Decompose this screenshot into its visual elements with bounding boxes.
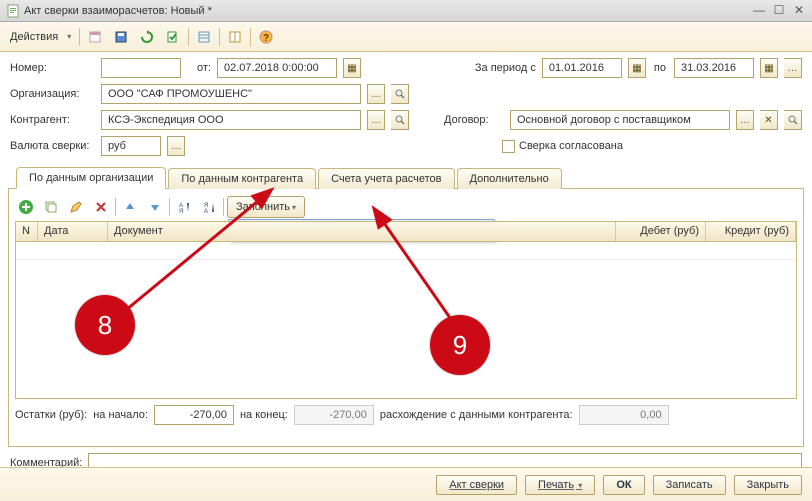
- print-button[interactable]: Печать ▾: [525, 475, 595, 495]
- number-field[interactable]: [101, 58, 181, 78]
- po-label: по: [654, 62, 666, 74]
- post-icon[interactable]: [162, 26, 184, 48]
- select-button[interactable]: …: [167, 136, 185, 156]
- table-row[interactable]: [16, 242, 796, 260]
- menubar: Действия ▾ ?: [0, 22, 812, 52]
- ot-label: от:: [197, 62, 211, 74]
- kontragent-field[interactable]: [101, 110, 361, 130]
- structure-icon[interactable]: [193, 26, 215, 48]
- delete-row-icon[interactable]: [90, 196, 112, 218]
- fill-button[interactable]: Заполнить ▾ Заполнить по данным бухгалте…: [227, 196, 305, 218]
- dogovor-label: Договор:: [444, 114, 504, 126]
- org-field[interactable]: [101, 84, 361, 104]
- col-debit[interactable]: Дебет (руб): [616, 222, 706, 241]
- diff-label: расхождение с данными контрагента:: [380, 409, 573, 421]
- calendar-icon[interactable]: ▦: [760, 58, 778, 78]
- tab-accounts[interactable]: Счета учета расчетов: [318, 168, 454, 189]
- diff-value: 0,00: [579, 405, 669, 425]
- table-toolbar: АЯ ЯА Заполнить ▾ Заполнить по данным бу…: [15, 195, 797, 219]
- form-header: Номер: от: ▦ За период с ▦ по ▦ … Органи…: [0, 52, 812, 166]
- kontragent-label: Контрагент:: [10, 114, 95, 126]
- annotation-marker-8: 8: [75, 295, 135, 355]
- footer: Акт сверки Печать ▾ ОК Записать Закрыть: [0, 467, 812, 501]
- edit-row-icon[interactable]: [65, 196, 87, 218]
- help-icon[interactable]: ?: [255, 26, 277, 48]
- akt-sverki-button[interactable]: Акт сверки: [436, 475, 517, 495]
- tabstrip: По данным организации По данным контраге…: [8, 166, 804, 189]
- start-value[interactable]: -270,00: [154, 405, 234, 425]
- save-icon[interactable]: [110, 26, 132, 48]
- chevron-down-icon: ▾: [67, 32, 71, 41]
- checkbox-icon: [502, 140, 515, 153]
- move-up-icon[interactable]: [119, 196, 141, 218]
- col-n[interactable]: N: [16, 222, 38, 241]
- col-doc[interactable]: Документ: [108, 222, 616, 241]
- svg-text:?: ?: [263, 33, 269, 44]
- add-row-icon[interactable]: [15, 196, 37, 218]
- valuta-label: Валюта сверки:: [10, 140, 95, 152]
- number-label: Номер:: [10, 62, 95, 74]
- maximize-button[interactable]: ☐: [770, 4, 788, 18]
- tab-counterparty-data[interactable]: По данным контрагента: [168, 168, 316, 189]
- col-credit[interactable]: Кредит (руб): [706, 222, 796, 241]
- refresh-icon[interactable]: [136, 26, 158, 48]
- close-footer-button[interactable]: Закрыть: [734, 475, 802, 495]
- calendar-icon[interactable]: ▦: [628, 58, 646, 78]
- chevron-down-icon: ▾: [292, 203, 296, 212]
- agreed-checkbox[interactable]: Сверка согласована: [502, 140, 802, 153]
- actions-label: Действия: [6, 29, 62, 45]
- svg-text:А: А: [204, 209, 208, 214]
- end-value: -270,00: [294, 405, 374, 425]
- actions-menu[interactable]: Действия ▾: [6, 26, 75, 48]
- org-label: Организация:: [10, 88, 95, 100]
- open-icon[interactable]: [784, 110, 802, 130]
- period-from-field[interactable]: [542, 58, 622, 78]
- annotation-marker-9: 9: [430, 315, 490, 375]
- open-icon[interactable]: [391, 110, 409, 130]
- agreed-label: Сверка согласована: [519, 140, 623, 152]
- valuta-field[interactable]: [101, 136, 161, 156]
- period-to-field[interactable]: [674, 58, 754, 78]
- copy-row-icon[interactable]: [40, 196, 62, 218]
- col-date[interactable]: Дата: [38, 222, 108, 241]
- clear-button[interactable]: ✕: [760, 110, 778, 130]
- minimize-button[interactable]: —: [750, 4, 768, 18]
- start-label: на начало:: [93, 409, 148, 421]
- dogovor-field[interactable]: [510, 110, 730, 130]
- titlebar: Акт сверки взаиморасчетов: Новый * — ☐ ✕: [0, 0, 812, 22]
- save-button[interactable]: Записать: [653, 475, 726, 495]
- tab-additional[interactable]: Дополнительно: [457, 168, 562, 189]
- book-icon[interactable]: [224, 26, 246, 48]
- sort-asc-icon[interactable]: АЯ: [173, 196, 195, 218]
- sort-desc-icon[interactable]: ЯА: [198, 196, 220, 218]
- move-down-icon[interactable]: [144, 196, 166, 218]
- close-button[interactable]: ✕: [790, 4, 808, 18]
- document-icon: [6, 4, 20, 18]
- ok-button[interactable]: ОК: [603, 475, 644, 495]
- svg-text:Я: Я: [179, 209, 183, 214]
- balances-label: Остатки (руб):: [15, 409, 87, 421]
- period-label: За период с: [475, 62, 536, 74]
- select-button[interactable]: …: [367, 110, 385, 130]
- toolbar-btn-1[interactable]: [84, 26, 106, 48]
- open-icon[interactable]: [391, 84, 409, 104]
- table-header: N Дата Документ Дебет (руб) Кредит (руб): [16, 222, 796, 242]
- chevron-down-icon: ▾: [576, 481, 582, 490]
- window-title: Акт сверки взаиморасчетов: Новый *: [24, 5, 748, 17]
- end-label: на конец:: [240, 409, 288, 421]
- select-button[interactable]: …: [736, 110, 754, 130]
- data-table: N Дата Документ Дебет (руб) Кредит (руб): [15, 221, 797, 399]
- calendar-icon[interactable]: ▦: [343, 58, 361, 78]
- period-select-button[interactable]: …: [784, 58, 802, 78]
- tab-org-data[interactable]: По данным организации: [16, 167, 166, 189]
- select-button[interactable]: …: [367, 84, 385, 104]
- balances-row: Остатки (руб): на начало: -270,00 на кон…: [15, 405, 797, 425]
- date-field[interactable]: [217, 58, 337, 78]
